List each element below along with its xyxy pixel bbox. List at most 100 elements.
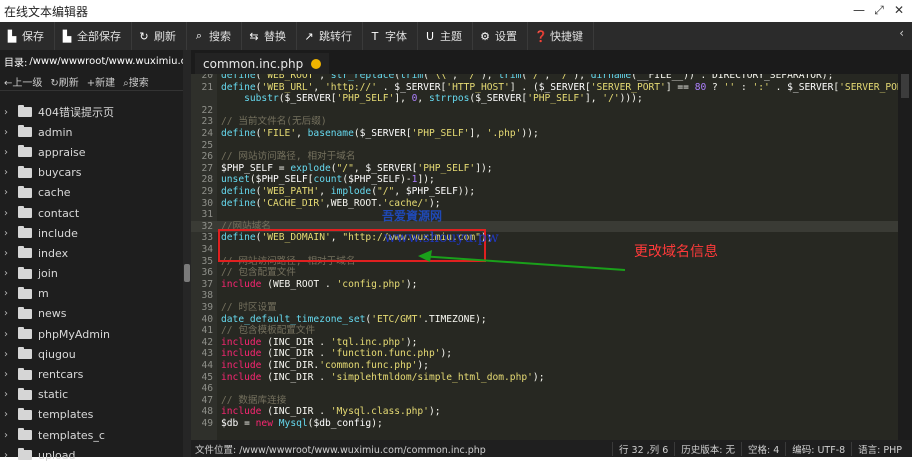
chevron-right-icon[interactable]: › (4, 349, 14, 360)
modified-indicator-icon[interactable] (311, 58, 322, 69)
folder-icon (18, 165, 32, 178)
code-line[interactable]: 38 (191, 290, 898, 302)
toolbar-shortcut-button[interactable]: ❓ 快捷键 (528, 22, 594, 50)
folder-item[interactable]: › templates (0, 405, 183, 425)
chevron-right-icon[interactable]: › (4, 288, 14, 299)
folder-item[interactable]: › 404错误提示页 (0, 102, 183, 122)
code-line[interactable]: 26 // 网站访问路径, 相对于域名 (191, 151, 898, 163)
code-line[interactable]: 28 unset($PHP_SELF[count($PHP_SELF)-1]); (191, 174, 898, 186)
indent-setting[interactable]: 空格: 4 (740, 441, 785, 456)
minimize-icon[interactable]: — (852, 2, 866, 18)
chevron-right-icon[interactable]: › (4, 167, 14, 178)
chevron-right-icon[interactable]: › (4, 389, 14, 400)
toolbar-save-button[interactable]: ▙ 保存 (0, 22, 55, 50)
toolbar-goto-line-button[interactable]: ↗ 跳转行 (297, 22, 363, 50)
scrollbar-thumb[interactable] (901, 74, 909, 98)
code-line[interactable]: 25 (191, 140, 898, 152)
file-path-status: 文件位置: /www/wwwroot/www.wuximiu.com/commo… (195, 444, 486, 456)
folder-item[interactable]: › admin (0, 122, 183, 142)
folder-item[interactable]: › rentcars (0, 364, 183, 384)
folder-icon (18, 145, 32, 158)
code-line[interactable]: 30 define('CACHE_DIR',WEB_ROOT.'cache/'); (191, 198, 898, 210)
folder-item[interactable]: › contact (0, 203, 183, 223)
history-version[interactable]: 历史版本: 无 (674, 441, 741, 456)
code-line[interactable]: 45 include (INC_DIR . 'simplehtmldom/simp… (191, 372, 898, 384)
cursor-position[interactable]: 行 32 ,列 6 (612, 441, 674, 456)
folder-icon (18, 347, 32, 360)
sidebar-tool-button[interactable]: ↻刷新 (50, 74, 78, 89)
toolbar-font-button[interactable]: T 字体 (363, 22, 418, 50)
code-line[interactable]: 24 define('FILE', basename($_SERVER['PHP_… (191, 128, 898, 140)
language-setting[interactable]: 语言: PHP (851, 441, 908, 456)
toolbar-replace-button[interactable]: ⇆ 替换 (242, 22, 297, 50)
code-line[interactable]: 48 include (INC_DIR . 'Mysql.class.php'); (191, 406, 898, 418)
chevron-right-icon[interactable]: › (4, 228, 14, 239)
panel-splitter[interactable] (183, 50, 191, 457)
code-line[interactable]: 42 include (INC_DIR . 'tql.inc.php'); (191, 337, 898, 349)
folder-item[interactable]: › m (0, 284, 183, 304)
code-line[interactable]: 23 // 当前文件名(无后缀) (191, 116, 898, 128)
folder-item[interactable]: › join (0, 264, 183, 284)
folder-item[interactable]: › static (0, 385, 183, 405)
folder-item[interactable]: › index (0, 243, 183, 263)
folder-item[interactable]: › news (0, 304, 183, 324)
code-line[interactable]: 27 $PHP_SELF = explode("/", $_SERVER['PHP… (191, 163, 898, 175)
folder-item[interactable]: › qiugou (0, 344, 183, 364)
folder-item[interactable]: › cache (0, 183, 183, 203)
code-line[interactable]: 47 // 数据库连接 (191, 395, 898, 407)
encoding-setting[interactable]: 编码: UTF-8 (785, 441, 851, 456)
splitter-handle[interactable] (184, 264, 190, 282)
chevron-right-icon[interactable]: › (4, 187, 14, 198)
folder-label: include (38, 226, 78, 240)
collapse-panel-icon[interactable]: ‹ (899, 26, 904, 40)
sidebar-tool-button[interactable]: ⌕搜索 (123, 74, 149, 89)
code-line[interactable]: 41 // 包含模板配置文件 (191, 325, 898, 337)
chevron-right-icon[interactable]: › (4, 430, 14, 441)
code-line[interactable]: 37 include (WEB_ROOT . 'config.php'); (191, 279, 898, 291)
code-line[interactable]: 46 (191, 383, 898, 395)
sidebar-tool-button[interactable]: ←上一级 (4, 74, 42, 89)
folder-item[interactable]: › include (0, 223, 183, 243)
code-line[interactable]: 21 define('WEB_URL', 'http://' . $_SERVER… (191, 82, 898, 94)
folder-item[interactable]: › appraise (0, 142, 183, 162)
folder-item[interactable]: › templates_c (0, 425, 183, 445)
sidebar-tool-button[interactable]: +新建 (87, 74, 115, 89)
code-line[interactable]: 43 include (INC_DIR . 'function.func.php'… (191, 348, 898, 360)
folder-item[interactable]: › upload (0, 445, 183, 465)
chevron-right-icon[interactable]: › (4, 107, 14, 118)
close-icon[interactable]: ✕ (892, 2, 906, 18)
code-line[interactable]: 22 (191, 105, 898, 117)
toolbar-save-all-button[interactable]: ▙ 全部保存 (55, 22, 132, 50)
chevron-right-icon[interactable]: › (4, 127, 14, 138)
code-line[interactable]: 20 define('WEB_ROOT', str_replace(trim('\… (191, 74, 898, 82)
toolbar-refresh-button[interactable]: ↻ 刷新 (132, 22, 187, 50)
code-line[interactable]: 49 $db = new Mysql($db_config); (191, 418, 898, 430)
toolbar-theme-button[interactable]: U 主题 (418, 22, 473, 50)
folder-label: m (38, 287, 49, 301)
chevron-right-icon[interactable]: › (4, 409, 14, 420)
code-line[interactable]: substr($_SERVER['PHP_SELF'], 0, strrpos(… (191, 93, 898, 105)
line-number: 36 (201, 267, 213, 279)
toolbar-search-button[interactable]: ⌕ 搜索 (187, 22, 242, 50)
code-line[interactable]: 31 (191, 209, 898, 221)
chevron-right-icon[interactable]: › (4, 268, 14, 279)
chevron-right-icon[interactable]: › (4, 208, 14, 219)
toolbar-label: 设置 (495, 30, 517, 43)
chevron-right-icon[interactable]: › (4, 369, 14, 380)
toolbar-settings-button[interactable]: ⚙ 设置 (473, 22, 528, 50)
maximize-icon[interactable]: ⤢ (872, 2, 886, 18)
chevron-right-icon[interactable]: › (4, 248, 14, 259)
chevron-right-icon[interactable]: › (4, 329, 14, 340)
code-line[interactable]: 29 define('WEB_PATH', implode("/", $PHP_S… (191, 186, 898, 198)
tab-common-inc-php[interactable]: common.inc.php (195, 53, 330, 74)
folder-item[interactable]: › buycars (0, 163, 183, 183)
code-line[interactable]: 39 // 时区设置 (191, 302, 898, 314)
code-line[interactable]: 40 date_default_timezone_set('ETC/GMT'.TI… (191, 314, 898, 326)
vertical-scrollbar[interactable] (898, 74, 912, 440)
chevron-right-icon[interactable]: › (4, 147, 14, 158)
code-line[interactable]: 44 include (INC_DIR.'common.func.php'); (191, 360, 898, 372)
toolbar-label: 快捷键 (550, 30, 583, 43)
chevron-right-icon[interactable]: › (4, 450, 14, 461)
chevron-right-icon[interactable]: › (4, 308, 14, 319)
folder-item[interactable]: › phpMyAdmin (0, 324, 183, 344)
